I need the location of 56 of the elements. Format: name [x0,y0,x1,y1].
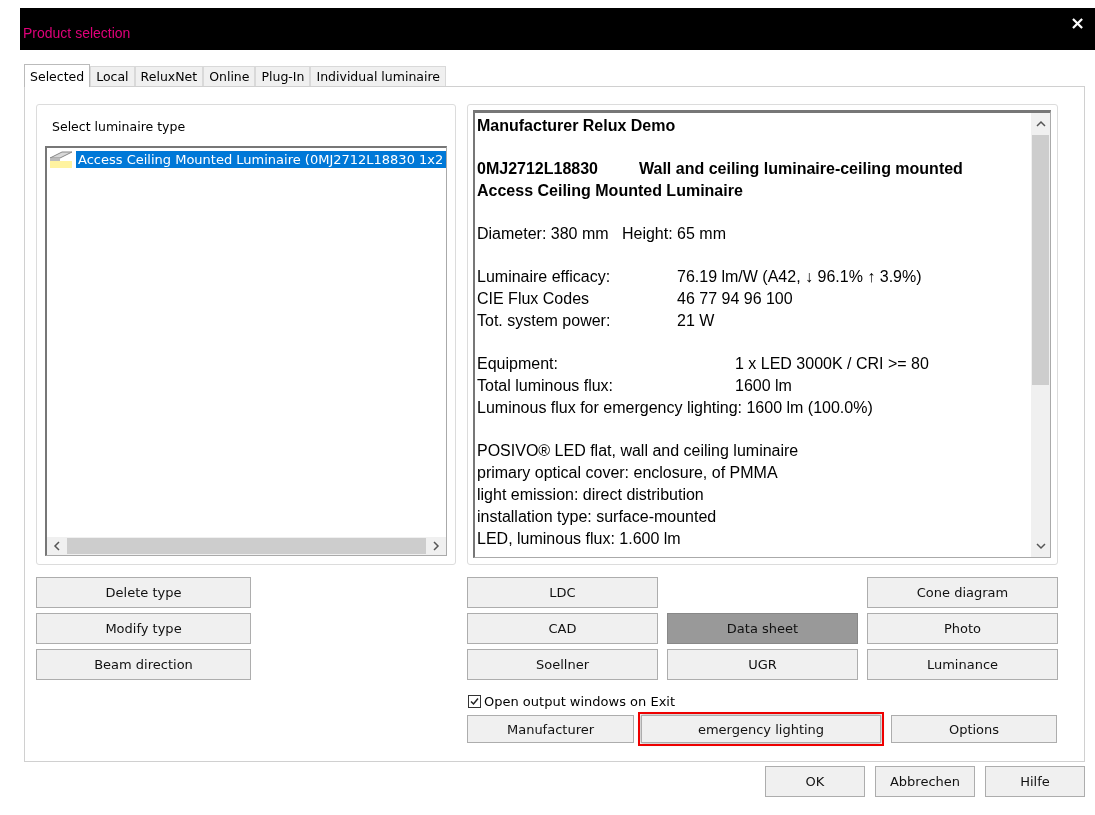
output-button[interactable]: Cone diagram [867,577,1058,608]
sheet-text: light emission: direct distribution [477,485,705,505]
spec-value: 76.19 lm/W (A42, ↓ 96.1% ↑ 3.9%) [677,267,922,287]
scroll-down-icon[interactable] [1035,542,1046,550]
scroll-right-icon[interactable] [432,541,440,551]
tab[interactable]: Online [203,66,256,86]
action-button[interactable]: Delete type [36,577,251,608]
checkbox[interactable] [468,695,481,708]
spec-label: Tot. system power: [477,311,612,331]
output-button[interactable]: Photo [867,613,1058,644]
spec-label: 0MJ2712L18830 [477,159,599,179]
spec-value: Wall and ceiling luminaire-ceiling mounted [639,159,963,179]
luminaire-icon [48,150,74,168]
action-button[interactable]: emergency lighting [641,715,881,743]
action-button[interactable]: Options [891,715,1057,743]
group-label: Select luminaire type [52,119,187,134]
output-button[interactable]: Data sheet [667,613,858,644]
output-button[interactable]: CAD [467,613,658,644]
close-button[interactable]: × [1065,11,1089,33]
sheet-text: Luminous flux for emergency lighting: 1600 lm (100.0%) [477,398,874,418]
sheet-text: Access Ceiling Mounted Luminaire [477,181,744,201]
dialog-button[interactable]: OK [765,766,865,797]
tab[interactable]: Local [90,66,135,86]
spec-label: Total luminous flux: [477,376,615,396]
tab[interactable]: Individual luminaire [310,66,446,86]
tab[interactable]: ReluxNet [134,66,204,86]
output-button[interactable]: Luminance [867,649,1058,680]
output-button[interactable]: UGR [667,649,858,680]
dialog-button[interactable]: Hilfe [985,766,1085,797]
tab[interactable]: Selected [24,64,91,87]
sheet-text: installation type: surface-mounted [477,507,718,527]
scroll-up-icon[interactable] [1035,120,1046,128]
action-button[interactable]: Manufacturer [467,715,634,743]
spec-label: CIE Flux Codes [477,289,591,309]
sheet-text: Manufacturer Relux Demo [477,116,677,136]
vertical-scrollbar[interactable] [1031,113,1050,557]
sheet-text: Diameter: 380 mm Height: 65 mm [477,224,727,244]
checkbox-label: Open output windows on Exit [484,694,676,709]
output-button[interactable]: LDC [467,577,658,608]
spec-value: 1 x LED 3000K / CRI >= 80 [735,354,929,374]
dialog-button[interactable]: Abbrechen [875,766,975,797]
spec-value: 46 77 94 96 100 [677,289,793,309]
sheet-text: primary optical cover: enclosure, of PMMA [477,463,779,483]
sheet-text: POSIVO® LED flat, wall and ceiling luminaire [477,441,800,461]
scroll-left-icon[interactable] [53,541,61,551]
window-title: Product selection [23,25,131,41]
horizontal-scrollbar[interactable] [47,537,446,555]
spec-value: 1600 lm [735,376,792,396]
spec-label: Luminaire efficacy: [477,267,612,287]
action-button[interactable]: Modify type [36,613,251,644]
tab[interactable]: Plug-In [255,66,311,86]
output-button[interactable]: Soellner [467,649,658,680]
spec-value: 21 W [677,311,715,331]
spec-label: Equipment: [477,354,559,374]
sheet-text: LED, luminous flux: 1.600 lm [477,529,682,549]
action-button[interactable]: Beam direction [36,649,251,680]
